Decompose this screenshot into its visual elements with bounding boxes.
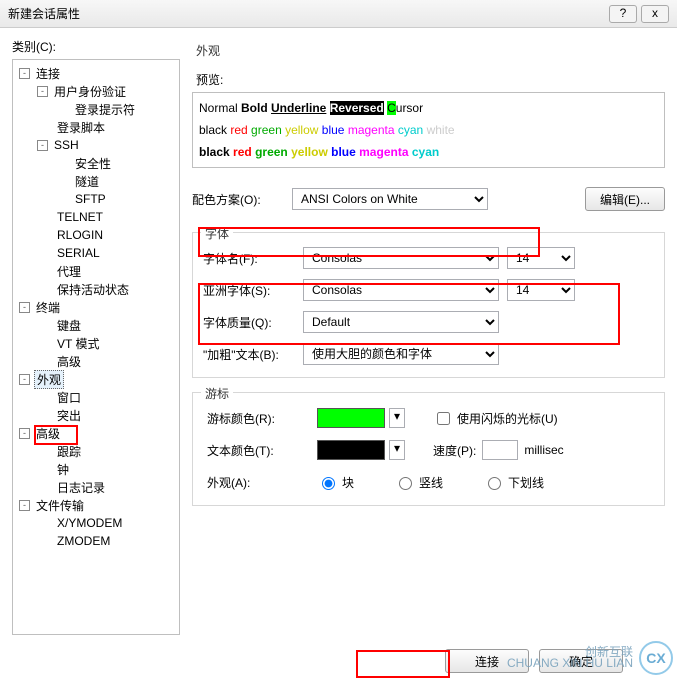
cursor-legend: 游标 <box>201 385 233 402</box>
tree-bell[interactable]: 钟 <box>55 461 71 478</box>
cursor-color-swatch[interactable] <box>317 408 385 428</box>
minus-icon[interactable]: - <box>19 302 30 313</box>
cursor-color-label: 游标颜色(R): <box>203 410 287 427</box>
window-title: 新建会话属性 <box>8 5 80 22</box>
title-bar: 新建会话属性 ? x <box>0 0 677 28</box>
tree-ssh[interactable]: SSH <box>52 138 81 152</box>
tree-logging[interactable]: 日志记录 <box>55 479 107 496</box>
text-color-label: 文本颜色(T): <box>203 442 287 459</box>
scheme-label: 配色方案(O): <box>192 191 292 208</box>
preview-line2: black red green yellow blue magenta cyan… <box>199 119 658 141</box>
tree-advanced-term[interactable]: 高级 <box>55 353 83 370</box>
window-controls: ? x <box>605 5 669 23</box>
tree-connection[interactable]: 连接 <box>34 65 62 82</box>
tree-filetransfer[interactable]: 文件传输 <box>34 497 86 514</box>
font-size-select[interactable]: 14 <box>507 247 575 269</box>
minus-icon[interactable]: - <box>19 428 30 439</box>
speed-label: 速度(P): <box>433 442 476 459</box>
font-name-label: 字体名(F): <box>203 250 303 267</box>
tree-telnet[interactable]: TELNET <box>55 210 105 224</box>
cursor-group: 游标 游标颜色(R): ▾ 使用闪烁的光标(U) 文本颜色(T): ▾ 速度(P… <box>192 392 665 506</box>
tree-zmodem[interactable]: ZMODEM <box>55 534 112 548</box>
tree-keyboard[interactable]: 键盘 <box>55 317 83 334</box>
appearance-radio-label: 外观(A): <box>203 474 287 491</box>
tree-highlight[interactable]: 突出 <box>55 407 83 424</box>
asian-size-select[interactable]: 14 <box>507 279 575 301</box>
asian-font-label: 亚洲字体(S): <box>203 282 303 299</box>
asian-font-select[interactable]: Consolas <box>303 279 499 301</box>
tree-keepalive[interactable]: 保持活动状态 <box>55 281 131 298</box>
tree-rlogin[interactable]: RLOGIN <box>55 228 105 242</box>
tree-xymodem[interactable]: X/YMODEM <box>55 516 124 530</box>
bold-text-label: "加粗"文本(B): <box>203 346 303 363</box>
preview-line1: Normal Bold Underline Reversed Cursor <box>199 97 658 119</box>
minus-icon[interactable]: - <box>19 374 30 385</box>
minus-icon[interactable]: - <box>19 68 30 79</box>
speed-unit: millisec <box>524 443 563 457</box>
bold-text-select[interactable]: 使用大胆的颜色和字体 <box>303 343 499 365</box>
font-quality-label: 字体质量(Q): <box>203 314 303 331</box>
tree-login-prompt[interactable]: 登录提示符 <box>73 101 137 118</box>
connect-button[interactable]: 连接 <box>445 649 529 673</box>
minus-icon[interactable]: - <box>37 86 48 97</box>
radio-uline[interactable]: 下划线 <box>483 474 544 491</box>
preview-line3: black red green yellow blue magenta cyan <box>199 141 658 163</box>
blink-checkbox[interactable]: 使用闪烁的光标(U) <box>433 409 558 428</box>
chevron-down-icon[interactable]: ▾ <box>389 408 405 428</box>
tree-sftp[interactable]: SFTP <box>73 192 108 206</box>
tree-login-script[interactable]: 登录脚本 <box>55 119 107 136</box>
tree-security[interactable]: 安全性 <box>73 155 113 172</box>
minus-icon[interactable]: - <box>37 140 48 151</box>
font-group: 字体 字体名(F): Consolas 14 亚洲字体(S): Consolas… <box>192 232 665 378</box>
speed-input[interactable] <box>482 440 518 460</box>
font-legend: 字体 <box>201 225 233 242</box>
font-quality-select[interactable]: Default <box>303 311 499 333</box>
category-tree[interactable]: -连接 -用户身份验证 登录提示符 登录脚本 -SSH 安全性 隧道 SFTP … <box>12 59 180 635</box>
font-name-select[interactable]: Consolas <box>303 247 499 269</box>
chevron-down-icon[interactable]: ▾ <box>389 440 405 460</box>
preview-box: Normal Bold Underline Reversed Cursor bl… <box>192 92 665 168</box>
tree-trace[interactable]: 跟踪 <box>55 443 83 460</box>
tree-appearance[interactable]: 外观 <box>34 370 64 389</box>
pane-title: 外观 <box>196 42 665 59</box>
radio-block[interactable]: 块 <box>317 474 354 491</box>
tree-auth[interactable]: 用户身份验证 <box>52 83 128 100</box>
appearance-radio-group: 块 竖线 下划线 <box>317 474 544 491</box>
minus-icon[interactable]: - <box>19 500 30 511</box>
tree-terminal[interactable]: 终端 <box>34 299 62 316</box>
preview-label: 预览: <box>196 71 665 88</box>
ok-button[interactable]: 确定 <box>539 649 623 673</box>
tree-advanced-appr[interactable]: 高级 <box>34 425 62 442</box>
radio-vline[interactable]: 竖线 <box>394 474 443 491</box>
tree-tunnel[interactable]: 隧道 <box>73 173 101 190</box>
scheme-select[interactable]: ANSI Colors on White <box>292 188 488 210</box>
tree-window[interactable]: 窗口 <box>55 389 83 406</box>
footer-buttons: 连接 确定 <box>0 649 677 673</box>
category-label: 类别(C): <box>12 38 180 55</box>
edit-button[interactable]: 编辑(E)... <box>585 187 665 211</box>
tree-serial[interactable]: SERIAL <box>55 246 102 260</box>
close-button[interactable]: x <box>641 5 669 23</box>
tree-proxy[interactable]: 代理 <box>55 263 83 280</box>
tree-vtmode[interactable]: VT 模式 <box>55 335 101 352</box>
help-button[interactable]: ? <box>609 5 637 23</box>
text-color-swatch[interactable] <box>317 440 385 460</box>
